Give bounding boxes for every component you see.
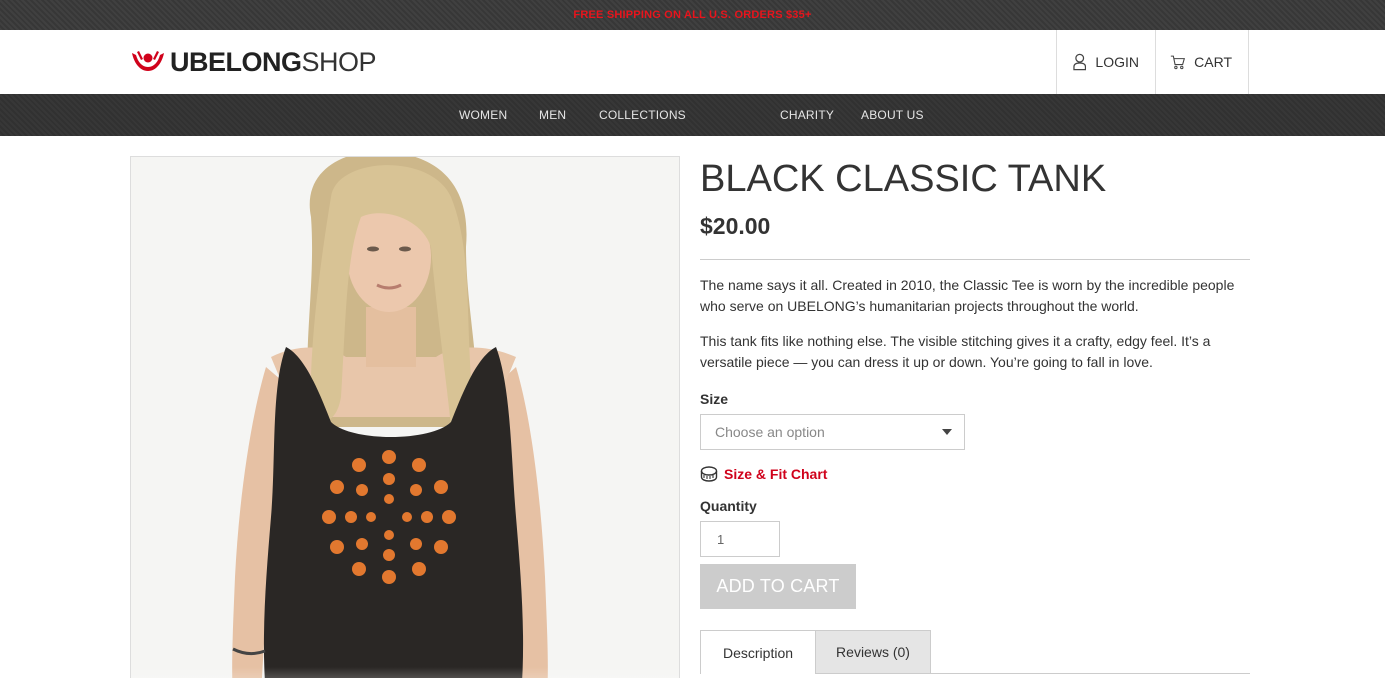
promo-bar: FREE SHIPPING ON ALL U.S. ORDERS $35+ — [0, 0, 1385, 30]
quantity-label: Quantity — [700, 498, 757, 514]
nav-item-women[interactable]: WOMEN — [459, 108, 507, 122]
product-image[interactable] — [130, 156, 680, 678]
product-photo — [131, 157, 679, 678]
product-page: BLACK CLASSIC TANK $20.00 The name says … — [0, 136, 1385, 678]
size-select[interactable]: Choose an option — [700, 414, 965, 450]
size-label: Size — [700, 391, 729, 407]
main-nav: WOMEN MEN COLLECTIONS CHARITY ABOUT US — [0, 94, 1385, 136]
nav-item-collections[interactable]: COLLECTIONS — [599, 108, 686, 122]
size-fit-chart-link[interactable]: Size & Fit Chart — [700, 465, 827, 483]
promo-text: FREE SHIPPING ON ALL U.S. ORDERS $35+ — [573, 9, 812, 21]
login-label: LOGIN — [1095, 54, 1139, 70]
product-tabs: Description Reviews (0) — [700, 630, 931, 674]
tab-description[interactable]: Description — [700, 630, 816, 674]
size-fit-chart-label: Size & Fit Chart — [724, 466, 828, 482]
product-description-1: The name says it all. Created in 2010, t… — [700, 277, 1235, 314]
caret-down-icon — [942, 429, 952, 435]
product-title: BLACK CLASSIC TANK — [700, 158, 1107, 200]
cart-label: CART — [1194, 54, 1232, 70]
divider — [700, 259, 1250, 260]
ubelong-logo-icon — [132, 51, 164, 71]
site-header: UBELONGSHOP LOGIN CART — [0, 30, 1385, 94]
cart-icon — [1170, 55, 1186, 70]
size-select-value: Choose an option — [715, 424, 825, 440]
tab-reviews[interactable]: Reviews (0) — [816, 630, 931, 674]
add-to-cart-button[interactable]: ADD TO CART — [700, 564, 856, 609]
nav-item-men[interactable]: MEN — [539, 108, 566, 122]
cart-button[interactable]: CART — [1155, 30, 1249, 94]
nav-item-charity[interactable]: CHARITY — [780, 108, 834, 122]
header-actions: LOGIN CART — [1056, 30, 1249, 94]
login-button[interactable]: LOGIN — [1056, 30, 1155, 94]
logo-text: UBELONGSHOP — [170, 46, 377, 77]
tab-active-connector — [701, 672, 815, 675]
quantity-input[interactable] — [700, 521, 780, 557]
nav-item-about-us[interactable]: ABOUT US — [861, 108, 924, 122]
user-icon — [1073, 53, 1087, 71]
site-logo[interactable]: UBELONGSHOP — [130, 46, 377, 78]
product-price: $20.00 — [700, 213, 771, 239]
measuring-tape-icon — [700, 466, 718, 482]
product-description-2: This tank fits like nothing else. The vi… — [700, 333, 1211, 370]
